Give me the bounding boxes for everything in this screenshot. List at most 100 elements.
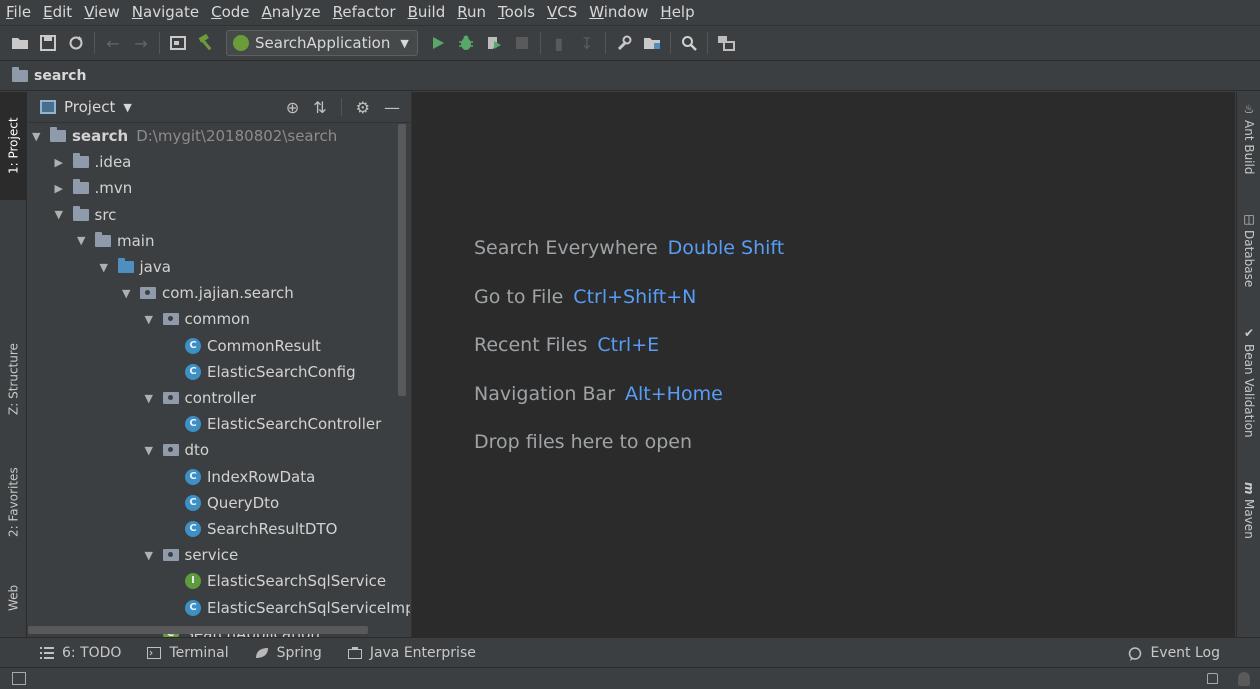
menu-analyze[interactable]: Analyze [262, 3, 321, 21]
tab-bean-validation[interactable]: ✔ Bean Validation [1237, 326, 1260, 456]
presentation-icon[interactable] [712, 29, 740, 57]
tree-node[interactable]: ▶ .idea [55, 149, 131, 175]
tree-node[interactable]: C CommonResult [167, 333, 321, 359]
bottom-tool-strip: 6: TODO Terminal Spring Java Enterprise … [0, 637, 1260, 667]
expand-arrow-icon[interactable]: ▼ [100, 261, 118, 274]
tree-vertical-scrollbar[interactable] [398, 124, 406, 396]
inspector-icon[interactable] [1238, 672, 1250, 686]
tree-node[interactable]: ▼ com.jajian.search [122, 280, 294, 306]
tree-node[interactable]: ▼ search D:\mygit\20180802\search [32, 123, 337, 149]
menu-view[interactable]: View [84, 3, 120, 21]
back-arrow-icon[interactable]: ← [99, 29, 127, 57]
tree-node[interactable]: C SearchResultDTO [167, 516, 337, 542]
tab-project[interactable]: 1: Project [0, 92, 27, 200]
tab-favorites[interactable]: 2: Favorites [0, 452, 27, 552]
tab-web[interactable]: Web [0, 568, 27, 628]
build-hammer-icon[interactable] [192, 29, 220, 57]
tree-node[interactable]: C ElasticSearchSqlServiceImp [167, 595, 410, 621]
tree-node[interactable]: C QueryDto [167, 490, 279, 516]
expand-arrow-icon[interactable]: ▼ [32, 130, 50, 143]
tab-event-log[interactable]: Event Log [1128, 645, 1220, 661]
tree-horizontal-scrollbar[interactable] [28, 626, 368, 634]
tree-node[interactable]: ▼ common [145, 306, 250, 332]
lock-icon[interactable] [1207, 673, 1218, 684]
expand-arrow-icon[interactable]: ▼ [77, 234, 95, 247]
tab-spring[interactable]: Spring [255, 645, 322, 661]
expand-arrow-icon[interactable]: ▼ [145, 392, 163, 405]
debug-bug-icon[interactable] [452, 29, 480, 57]
tab-structure[interactable]: Z: Structure [0, 324, 27, 434]
menu-build[interactable]: Build [408, 3, 446, 21]
menu-bar: File Edit View Navigate Code Analyze Ref… [0, 0, 1260, 24]
chevron-down-icon[interactable]: ▼ [123, 101, 131, 114]
open-folder-icon[interactable] [6, 29, 34, 57]
tree-node-label: src [94, 205, 117, 224]
toggle-tool-windows-icon[interactable] [12, 672, 26, 685]
gear-icon[interactable]: ⚙ [356, 98, 370, 117]
collapse-all-icon[interactable]: ⇅ [313, 98, 326, 117]
run-with-coverage-icon[interactable] [480, 29, 508, 57]
menu-help[interactable]: Help [660, 3, 694, 21]
menu-navigate[interactable]: Navigate [132, 3, 199, 21]
tree-node[interactable]: ▶ .mvn [55, 175, 132, 201]
tree-node[interactable]: I ElasticSearchSqlService [167, 568, 386, 594]
package-icon [162, 392, 179, 404]
search-icon[interactable] [675, 29, 703, 57]
tab-maven[interactable]: m Maven [1237, 482, 1260, 562]
forward-arrow-icon[interactable]: → [127, 29, 155, 57]
breadcrumb-search[interactable]: search [34, 68, 86, 84]
expand-arrow-icon[interactable]: ▼ [122, 287, 140, 300]
tab-database[interactable]: ◫ Database [1237, 212, 1260, 312]
menu-edit[interactable]: Edit [43, 3, 72, 21]
tree-node[interactable]: C ElasticSearchController [167, 411, 381, 437]
window-icon[interactable] [164, 29, 192, 57]
vcs-commit-icon[interactable]: ↧ [573, 29, 601, 57]
stop-icon[interactable] [508, 29, 536, 57]
tree-node[interactable]: C ElasticSearchConfig [167, 359, 356, 385]
tree-node[interactable]: C IndexRowData [167, 464, 315, 490]
tab-todo[interactable]: 6: TODO [40, 645, 121, 661]
tree-node[interactable]: ▼ java [100, 254, 171, 280]
expand-arrow-icon[interactable]: ▼ [145, 313, 163, 326]
editor-empty-area: Search Everywhere Double Shift Go to File C… [411, 92, 1235, 637]
vcs-update-icon[interactable]: ▮ [545, 29, 573, 57]
locate-target-icon[interactable]: ⊕ [286, 98, 299, 117]
bean-validation-icon: ✔ [1242, 326, 1256, 340]
collapse-arrow-icon[interactable]: ▶ [55, 182, 73, 195]
expand-arrow-icon[interactable]: ▼ [145, 549, 163, 562]
minimize-icon[interactable]: — [384, 98, 400, 117]
expand-arrow-icon[interactable]: ▼ [55, 208, 73, 221]
settings-wrench-icon[interactable] [610, 29, 638, 57]
tab-maven-label: Maven [1242, 498, 1256, 539]
menu-refactor[interactable]: Refactor [333, 3, 396, 21]
tab-web-label: Web [6, 584, 21, 612]
menu-tools[interactable]: Tools [498, 3, 535, 21]
collapse-arrow-icon[interactable]: ▶ [55, 156, 73, 169]
tab-java-enterprise[interactable]: Java Enterprise [347, 645, 476, 661]
package-icon [140, 287, 156, 300]
menu-file[interactable]: File [6, 3, 31, 21]
sync-icon[interactable] [62, 29, 90, 57]
save-all-icon[interactable] [34, 29, 62, 57]
tree-node[interactable]: ▼ main [77, 228, 154, 254]
run-configuration-select[interactable]: SearchApplication ▼ [226, 30, 418, 56]
expand-arrow-icon[interactable]: ▼ [145, 444, 163, 457]
tree-node[interactable]: ▼ controller [145, 385, 257, 411]
tree-node[interactable]: ▼ service [145, 542, 239, 568]
class-icon: C [185, 416, 201, 433]
menu-code[interactable]: Code [211, 3, 249, 21]
tree-node-label: dto [184, 441, 210, 460]
tab-terminal[interactable]: Terminal [147, 645, 229, 661]
tree-node[interactable]: ▼ dto [145, 437, 210, 463]
project-panel-title[interactable]: Project [64, 98, 115, 116]
menu-run[interactable]: Run [457, 3, 486, 21]
project-tool-window: Project ▼ ⊕ ⇅ ⚙ — ▼ search D:\mygit\201808… [28, 92, 410, 637]
menu-window[interactable]: Window [589, 3, 648, 21]
tab-ant-build[interactable]: ♨ Ant Build [1237, 102, 1260, 212]
run-icon[interactable] [424, 29, 452, 57]
menu-vcs[interactable]: VCS [547, 3, 577, 21]
project-structure-icon[interactable] [638, 29, 666, 57]
tree-node[interactable]: ▼ src [55, 202, 117, 228]
tree-node-path: D:\mygit\20180802\search [136, 127, 338, 145]
project-tree: ▼ search D:\mygit\20180802\search ▶ .idea ▶ .m… [28, 123, 410, 637]
